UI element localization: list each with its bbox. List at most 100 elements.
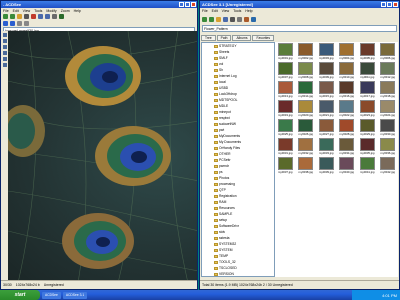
browse-icon[interactable] (59, 14, 64, 19)
thumbnail[interactable]: my0034.jpg (338, 138, 357, 157)
tab-path[interactable]: Path (216, 35, 232, 41)
menu-modify[interactable]: Modify (46, 9, 56, 13)
thumbnail[interactable]: my0015.jpg (317, 81, 336, 100)
thumbnail[interactable]: my0014.jpg (297, 81, 316, 100)
menu-help[interactable]: Help (74, 9, 81, 13)
thumbnail[interactable]: my0018.jpg (379, 81, 398, 100)
minimize-button[interactable] (381, 2, 386, 7)
select-tool-icon[interactable] (2, 33, 7, 37)
minimize-button[interactable] (179, 2, 184, 7)
thumbnail[interactable]: my0010.jpg (338, 62, 357, 81)
thumbnail[interactable]: my0013.jpg (276, 81, 295, 100)
thumbnail[interactable]: my0024.jpg (379, 100, 398, 119)
thumbnail[interactable]: my0001.jpg (276, 43, 295, 62)
thumbnail[interactable]: my0023.jpg (358, 100, 377, 119)
menu-view[interactable]: View (23, 9, 31, 13)
thumbnail[interactable]: my0030.jpg (379, 119, 398, 138)
maximize-button[interactable] (387, 2, 392, 7)
menu-zoom[interactable]: Zoom (61, 9, 70, 13)
thumbnail[interactable]: my0032.jpg (297, 138, 316, 157)
thumbnail[interactable]: my0012.jpg (379, 62, 398, 81)
menu-view[interactable]: View (222, 9, 230, 13)
thumbnail[interactable]: my0002.jpg (297, 43, 316, 62)
thumbnail[interactable]: my0038.jpg (297, 157, 316, 176)
fill-tool-icon[interactable] (2, 57, 7, 61)
thumbnail[interactable]: my0040.jpg (338, 157, 357, 176)
thumbnail[interactable]: my0007.jpg (276, 62, 295, 81)
thumbnail[interactable]: my0041.jpg (358, 157, 377, 176)
sort-icon[interactable] (251, 16, 256, 22)
thumbnail[interactable]: my0028.jpg (338, 119, 357, 138)
next-icon[interactable] (10, 21, 15, 26)
thumbnail[interactable]: my0011.jpg (358, 62, 377, 81)
folder-label: VERSION (219, 272, 234, 276)
thumbnail[interactable]: my0021.jpg (317, 100, 336, 119)
up-folder-icon[interactable] (216, 16, 221, 22)
print-icon[interactable] (237, 16, 242, 22)
tab-favorites[interactable]: Favorites (252, 35, 275, 41)
zoom-in-icon[interactable] (38, 14, 43, 19)
forward-icon[interactable] (10, 14, 15, 19)
tab-tree[interactable]: Tree (201, 35, 216, 41)
brush-tool-icon[interactable] (2, 45, 7, 49)
rotate-icon[interactable] (52, 14, 57, 19)
thumbnail[interactable]: my0036.jpg (379, 138, 398, 157)
thumbnail[interactable]: my0035.jpg (358, 138, 377, 157)
eraser-tool-icon[interactable] (2, 63, 7, 67)
maximize-button[interactable] (185, 2, 190, 7)
thumbnail[interactable]: my0026.jpg (297, 119, 316, 138)
thumbnail[interactable]: my0009.jpg (317, 62, 336, 81)
viewer-titlebar[interactable]: - ACDSee (1, 1, 197, 8)
crop-tool-icon[interactable] (2, 39, 7, 43)
thumbnail[interactable]: my0006.jpg (379, 43, 398, 62)
thumbnail[interactable]: my0025.jpg (276, 119, 295, 138)
folder-icon[interactable] (17, 14, 22, 19)
thumbnail[interactable]: my0033.jpg (317, 138, 336, 157)
browser-address[interactable]: Flower_Pattern (202, 25, 397, 32)
thumbnail[interactable]: my0020.jpg (297, 100, 316, 119)
thumbnail[interactable]: my0003.jpg (317, 43, 336, 62)
task-browser[interactable]: ACDSee 3.1 (62, 291, 88, 299)
thumbnail[interactable]: my0004.jpg (338, 43, 357, 62)
save-icon[interactable] (230, 16, 235, 22)
tab-albums[interactable]: Albums (232, 35, 252, 41)
thumbnail[interactable]: my0005.jpg (358, 43, 377, 62)
open-icon[interactable] (223, 16, 228, 22)
prev-icon[interactable] (3, 21, 8, 26)
task-viewer[interactable]: ACDSee (42, 291, 61, 299)
back-icon[interactable] (202, 16, 207, 22)
thumbnail[interactable]: my0027.jpg (317, 119, 336, 138)
close-button[interactable] (393, 2, 398, 7)
fit-icon[interactable] (17, 21, 22, 26)
thumbnail[interactable]: my0016.jpg (338, 81, 357, 100)
thumbnail[interactable]: my0029.jpg (358, 119, 377, 138)
text-tool-icon[interactable] (2, 51, 7, 55)
thumbnail[interactable]: my0037.jpg (276, 157, 295, 176)
folder-icon (214, 56, 218, 60)
delete-icon[interactable] (31, 14, 36, 19)
close-button[interactable] (191, 2, 196, 7)
thumbnail[interactable]: my0022.jpg (338, 100, 357, 119)
menu-file[interactable]: File (202, 9, 208, 13)
menu-tools[interactable]: Tools (233, 9, 241, 13)
menu-help[interactable]: Help (245, 9, 252, 13)
thumbnail[interactable]: my0042.jpg (379, 157, 398, 176)
slideshow-icon[interactable] (244, 16, 249, 22)
menu-edit[interactable]: Edit (212, 9, 218, 13)
thumbnail[interactable]: my0039.jpg (317, 157, 336, 176)
fullscreen-icon[interactable] (24, 21, 29, 26)
menu-file[interactable]: File (3, 9, 9, 13)
menu-tools[interactable]: Tools (34, 9, 42, 13)
forward-icon[interactable] (209, 16, 214, 22)
thumbnail[interactable]: my0017.jpg (358, 81, 377, 100)
start-button[interactable]: start (0, 290, 40, 300)
browser-titlebar[interactable]: ACDSee 3.1 [Unregistered] (200, 1, 399, 8)
menu-edit[interactable]: Edit (13, 9, 19, 13)
thumbnail[interactable]: my0031.jpg (276, 138, 295, 157)
zoom-out-icon[interactable] (45, 14, 50, 19)
thumbnail[interactable]: my0008.jpg (297, 62, 316, 81)
folder-label: TOOLS_32 (219, 260, 236, 264)
back-icon[interactable] (3, 14, 8, 19)
thumbnail[interactable]: my0019.jpg (276, 100, 295, 119)
save-icon[interactable] (24, 14, 29, 19)
